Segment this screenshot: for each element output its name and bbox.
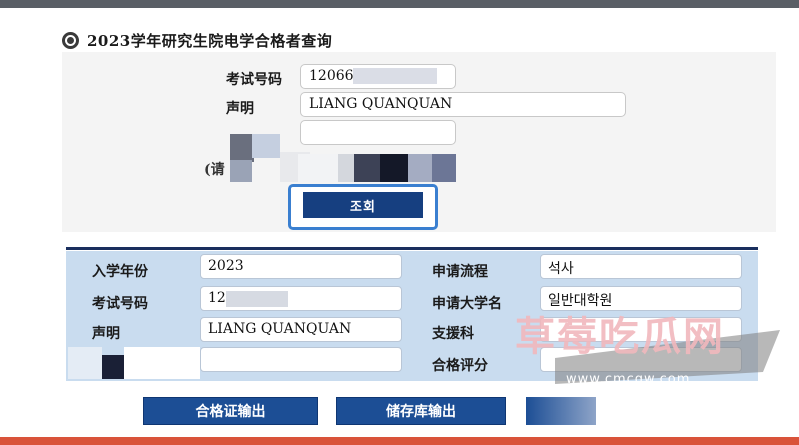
repository-output-button[interactable]: 储存库输出 <box>336 397 506 425</box>
redacted-block <box>354 154 380 182</box>
page-header: 2023学年研究生院电学合格者查询 <box>62 28 332 52</box>
redacted-block <box>408 154 432 182</box>
page-title: 2023学年研究生院电学合格者查询 <box>87 31 333 50</box>
redacted-block <box>230 160 252 182</box>
redacted-block <box>68 347 102 379</box>
redacted-block <box>298 154 338 182</box>
redacted-block <box>353 68 437 84</box>
hidden-output-button[interactable] <box>526 397 596 425</box>
section-divider <box>66 247 758 250</box>
redacted-block <box>102 355 124 379</box>
result-label: 申请大学名 <box>432 296 502 312</box>
redacted-block <box>432 154 456 182</box>
statement-value: LIANG QUANQUAN <box>309 96 453 112</box>
result-value <box>200 347 402 372</box>
statement-label: 声明 <box>226 101 254 117</box>
redacted-block <box>230 134 254 162</box>
watermark-text: 草莓吃瓜网 <box>515 314 725 360</box>
hint-label: (请 <box>204 162 225 178</box>
certificate-output-button[interactable]: 合格证输出 <box>143 397 318 425</box>
result-label: 合格评分 <box>432 358 488 374</box>
radio-bullet-icon <box>62 31 79 49</box>
result-label: 申请流程 <box>432 264 488 280</box>
search-button[interactable]: 조회 <box>303 192 423 218</box>
exam-number-label: 考试号码 <box>226 72 282 88</box>
result-value: 2023 <box>200 254 402 279</box>
result-value: LIANG QUANQUAN <box>200 317 402 342</box>
result-label: 支援科 <box>432 326 474 342</box>
result-label: 入学年份 <box>92 264 148 280</box>
redacted-block <box>380 154 408 182</box>
extra-input[interactable] <box>300 120 456 145</box>
redacted-block <box>338 154 354 182</box>
top-bar <box>0 0 799 8</box>
statement-input[interactable]: LIANG QUANQUAN <box>300 92 626 117</box>
result-label: 声明 <box>92 326 120 342</box>
bottom-bar <box>0 437 799 445</box>
search-button-frame: 조회 <box>288 184 438 230</box>
watermark-url: www.cmcgw.com <box>566 372 691 387</box>
redacted-block <box>226 291 288 307</box>
redacted-block <box>124 347 200 379</box>
result-value: 석사 <box>540 254 742 279</box>
redacted-block <box>252 134 280 158</box>
exam-number-value: 12066 <box>309 68 354 84</box>
result-label: 考试号码 <box>92 296 148 312</box>
